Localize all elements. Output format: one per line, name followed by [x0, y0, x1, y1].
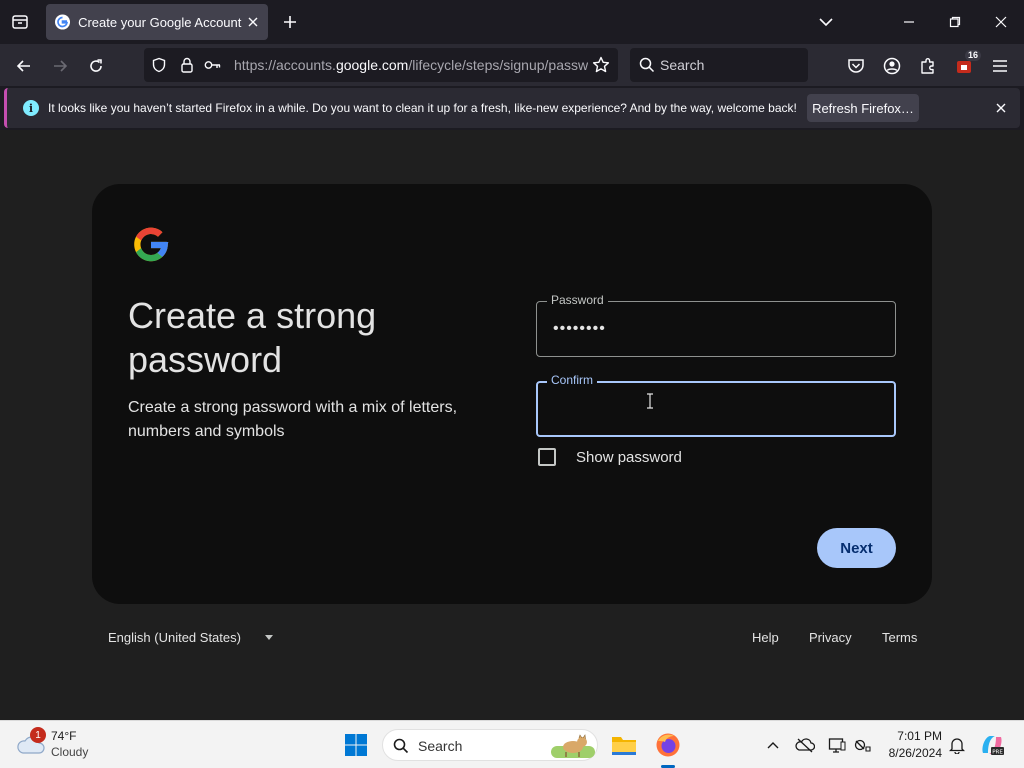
refresh-firefox-button[interactable]: Refresh Firefox… [807, 94, 919, 122]
notification-message: It looks like you haven’t started Firefo… [48, 101, 797, 115]
dropdown-arrow-icon[interactable] [265, 635, 273, 640]
taskbar-search[interactable]: Search [382, 729, 598, 761]
taskbar-search-placeholder: Search [418, 738, 463, 754]
network-icon[interactable] [853, 735, 873, 755]
show-password-checkbox[interactable] [538, 448, 556, 466]
page-footer: English (United States) Help Privacy Ter… [0, 626, 1024, 650]
chevron-up-icon[interactable] [763, 735, 783, 755]
privacy-link[interactable]: Privacy [809, 630, 852, 645]
show-password-label[interactable]: Show password [576, 449, 682, 466]
close-window-icon[interactable] [986, 8, 1016, 36]
tab-google-account[interactable]: Create your Google Account [46, 4, 268, 40]
page-title: Create a strong password [128, 295, 377, 380]
password-label: Password [547, 293, 608, 307]
search-bar[interactable]: Search [630, 48, 808, 82]
display-icon[interactable] [827, 735, 847, 755]
clock-date[interactable]: 8/26/2024 [884, 746, 942, 760]
taskbar: 1 74°F Cloudy Search 7:01 PM 8/26/2024 P… [0, 720, 1024, 768]
show-password-row[interactable]: Show password [538, 447, 682, 467]
tab-title: Create your Google Account [78, 14, 242, 30]
onedrive-offline-icon[interactable] [795, 735, 815, 755]
notification-bell-icon[interactable] [947, 735, 967, 755]
new-tab-icon[interactable] [278, 10, 302, 34]
pocket-icon[interactable] [842, 52, 870, 80]
url-prefix: https://accounts. [234, 57, 336, 73]
file-explorer-icon[interactable] [608, 729, 640, 761]
search-icon [393, 738, 409, 754]
close-tab-icon[interactable] [241, 10, 264, 34]
refresh-firefox-notification: i It looks like you haven’t started Fire… [4, 88, 1020, 128]
info-icon: i [23, 100, 39, 116]
addon-badge-icon[interactable]: 16 [950, 50, 982, 80]
text-cursor-icon [647, 393, 653, 409]
weather-condition[interactable]: Cloudy [51, 745, 88, 759]
restore-icon[interactable] [940, 8, 970, 36]
firefox-taskbar-icon[interactable] [652, 729, 684, 761]
firefox-view-icon[interactable] [8, 10, 32, 34]
url-path: /lifecycle/steps/signup/passw [408, 57, 588, 73]
google-favicon-icon [55, 14, 71, 30]
close-icon[interactable] [991, 98, 1011, 118]
confirm-password-input[interactable] [552, 397, 872, 421]
copilot-icon[interactable]: PRE [976, 729, 1008, 761]
confirm-password-field[interactable]: Confirm [536, 373, 896, 437]
help-link[interactable]: Help [752, 630, 779, 645]
extensions-icon[interactable] [914, 52, 942, 80]
google-logo-icon [134, 227, 169, 262]
page-subtitle: Create a strong password with a mix of l… [128, 399, 458, 440]
search-placeholder: Search [660, 57, 705, 73]
navigation-toolbar: https://accounts.google.com/lifecycle/st… [0, 44, 1024, 86]
back-icon[interactable] [10, 52, 38, 80]
password-value: •••••••• [553, 320, 606, 337]
search-highlight-icon [551, 734, 595, 758]
weather-notification-badge: 1 [30, 727, 46, 743]
page-content: Create a strong password Create a strong… [0, 130, 1024, 720]
clock-time[interactable]: 7:01 PM [884, 729, 942, 743]
extension-count-badge: 16 [965, 50, 982, 61]
url-text[interactable]: https://accounts.google.com/lifecycle/st… [234, 57, 588, 73]
language-selector[interactable]: English (United States) [108, 630, 241, 645]
password-field[interactable]: Password •••••••• [536, 293, 896, 357]
lock-icon[interactable] [178, 56, 196, 74]
weather-temperature[interactable]: 74°F [51, 729, 76, 743]
account-icon[interactable] [878, 52, 906, 80]
minimize-icon[interactable] [894, 8, 924, 36]
forward-icon[interactable] [46, 52, 74, 80]
next-button[interactable]: Next [817, 528, 896, 568]
svg-text:PRE: PRE [992, 750, 1003, 756]
shield-icon[interactable] [150, 56, 168, 74]
hamburger-menu-icon[interactable] [986, 52, 1014, 80]
terms-link[interactable]: Terms [882, 630, 917, 645]
bookmark-star-icon[interactable] [592, 56, 610, 74]
signup-card: Create a strong password Create a strong… [92, 184, 932, 604]
confirm-label: Confirm [547, 373, 598, 387]
reload-icon[interactable] [82, 52, 110, 80]
windows-start-icon[interactable] [344, 733, 368, 757]
address-bar[interactable]: https://accounts.google.com/lifecycle/st… [144, 48, 618, 82]
tab-strip: Create your Google Account [0, 0, 1024, 44]
search-icon [639, 57, 655, 78]
chevron-down-icon[interactable] [814, 10, 838, 34]
key-icon[interactable] [204, 56, 222, 74]
url-host: google.com [335, 57, 409, 73]
